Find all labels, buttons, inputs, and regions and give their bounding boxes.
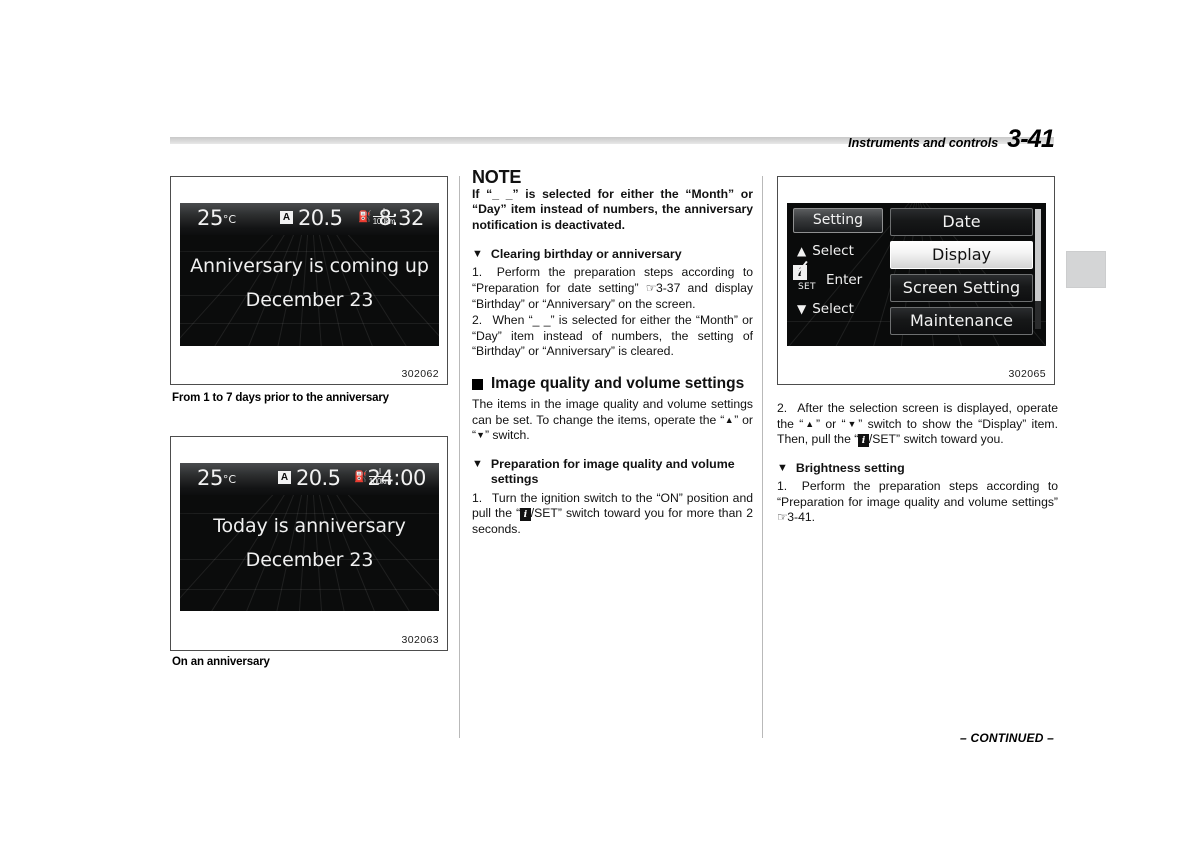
subheading-preparation-image-quality: ▼ Preparation for image quality and volu… — [472, 457, 753, 488]
figure-anniversary-upcoming: 25°C A 20.5 ⛽ l 100km 8:32 Anniversary i… — [170, 176, 448, 385]
figure-caption: From 1 to 7 days prior to the anniversar… — [172, 392, 389, 404]
triangle-down-icon: ▼ — [845, 418, 859, 429]
info-set-icon: i SET — [793, 260, 823, 295]
triangle-down-icon: ▼ — [797, 302, 807, 316]
outside-temperature: 25°C — [197, 466, 237, 490]
menu-item-screen-setting[interactable]: Screen Setting — [890, 274, 1033, 302]
info-badge-icon: i — [858, 433, 869, 447]
subheading-label: Clearing birthday or anniversary — [490, 246, 682, 261]
triangle-down-icon: ▼ — [472, 247, 483, 260]
control-label: Enter — [826, 272, 863, 288]
figure-settings-menu: Setting ▲ Select i SET Enter ▼ Select Da… — [777, 176, 1055, 385]
menu-control-column: Setting ▲ Select i SET Enter ▼ Select — [793, 208, 885, 341]
fuel-consumption-value: 20.5 — [298, 206, 343, 230]
menu-item-date[interactable]: Date — [890, 208, 1033, 236]
menu-scrollbar-thumb[interactable] — [1035, 209, 1041, 301]
lcd-message-line1: Today is anniversary — [213, 515, 406, 537]
triangle-up-icon: ▲ — [797, 244, 807, 258]
section-title: Instruments and controls — [848, 136, 999, 150]
fuel-pump-icon: ⛽ — [358, 210, 372, 223]
control-select-up[interactable]: ▲ Select — [793, 240, 885, 262]
control-label: Select — [812, 301, 854, 317]
page-number: 3-41 — [1007, 125, 1055, 153]
triangle-down-icon: ▼ — [476, 430, 485, 441]
lcd-message: Anniversary is coming up December 23 — [180, 255, 439, 311]
menu-item-list: Date Display Screen Setting Maintenance — [890, 208, 1033, 341]
subheading-label: Preparation for image quality and volume… — [490, 456, 735, 487]
control-select-down[interactable]: ▼ Select — [793, 298, 885, 320]
triangle-down-icon: ▼ — [472, 457, 483, 470]
fuel-consumption-value: 20.5 — [296, 466, 341, 490]
menu-item-maintenance[interactable]: Maintenance — [890, 307, 1033, 335]
paragraph-step-1: 1. Perform the preparation steps accordi… — [472, 265, 753, 311]
reference-hand-icon: ☞ — [645, 281, 657, 296]
square-bullet-icon — [472, 379, 483, 391]
figure-anniversary-today: 25°C A 20.5 ⛽ l 100km 24:00 Today is ann… — [170, 436, 448, 651]
subheading-brightness-setting: ▼ Brightness setting — [777, 461, 1058, 477]
subheading-clearing-birthday: ▼ Clearing birthday or anniversary — [472, 247, 753, 263]
triangle-down-icon: ▼ — [777, 461, 788, 474]
triangle-up-icon: ▲ — [803, 418, 817, 429]
figure-id: 302062 — [401, 368, 439, 380]
lcd-message: Today is anniversary December 23 — [180, 515, 439, 571]
lcd-status-bar: 25°C A 20.5 ⛽ l 100km 24:00 — [180, 463, 439, 495]
figure-id: 302065 — [1008, 368, 1046, 380]
lcd-screen: 25°C A 20.5 ⛽ l 100km 8:32 Anniversary i… — [180, 203, 439, 346]
control-label: Select — [812, 243, 854, 259]
setting-title-button[interactable]: Setting — [793, 208, 883, 233]
figure-id: 302063 — [401, 634, 439, 646]
paragraph-preparation-step-1: 1. Turn the ignition switch to the “ON” … — [472, 490, 753, 537]
page-header: Instruments and controls 3-41 — [848, 125, 1055, 154]
triangle-up-icon: ▲ — [724, 414, 735, 425]
paragraph-step-2: 2. When “_ _” is selected for either the… — [472, 313, 753, 359]
footer-continued: – CONTINUED – — [960, 731, 1054, 745]
lcd-message-line1: Anniversary is coming up — [190, 255, 429, 277]
fuel-pump-icon: ⛽ — [354, 470, 368, 483]
reference-hand-icon: ☞ — [777, 510, 788, 525]
paragraph-image-quality-intro: The items in the image quality and volum… — [472, 397, 753, 443]
lcd-screen: 25°C A 20.5 ⛽ l 100km 24:00 Today is ann… — [180, 463, 439, 611]
lcd-message-line2: December 23 — [245, 289, 374, 311]
column-divider — [762, 176, 763, 738]
paragraph-brightness-step-1: 1. Perform the preparation steps accordi… — [777, 479, 1058, 525]
figure-caption: On an anniversary — [172, 656, 270, 668]
subheading-label: Brightness setting — [795, 460, 905, 475]
column-divider — [459, 176, 460, 738]
note-heading: NOTE — [472, 167, 522, 187]
text-column-middle: NOTE If “_ _” is selected for either the… — [472, 167, 753, 538]
menu-scrollbar[interactable] — [1035, 209, 1041, 329]
outside-temperature: 25°C — [197, 206, 237, 230]
heading-image-quality-volume: Image quality and volume settings — [472, 375, 753, 393]
average-badge-icon: A — [280, 211, 293, 224]
lcd-message-line2: December 23 — [245, 549, 374, 571]
note-body: If “_ _” is selected for either the “Mon… — [472, 186, 753, 233]
menu-item-display[interactable]: Display — [890, 241, 1033, 269]
average-badge-icon: A — [278, 471, 291, 484]
lcd-status-bar: 25°C A 20.5 ⛽ l 100km 8:32 — [180, 203, 439, 235]
clock-time: 24:00 — [367, 466, 426, 490]
section-edge-tab — [1066, 251, 1106, 288]
clock-time: 8:32 — [378, 206, 424, 230]
lcd-screen-settings: Setting ▲ Select i SET Enter ▼ Select Da… — [787, 203, 1046, 346]
control-enter[interactable]: i SET Enter — [793, 260, 885, 292]
text-column-right: 2. After the selection screen is display… — [777, 400, 1058, 526]
paragraph-step-2: 2. After the selection screen is display… — [777, 401, 1058, 447]
info-badge-icon: i — [520, 507, 531, 521]
heading-label: Image quality and volume settings — [491, 375, 745, 393]
